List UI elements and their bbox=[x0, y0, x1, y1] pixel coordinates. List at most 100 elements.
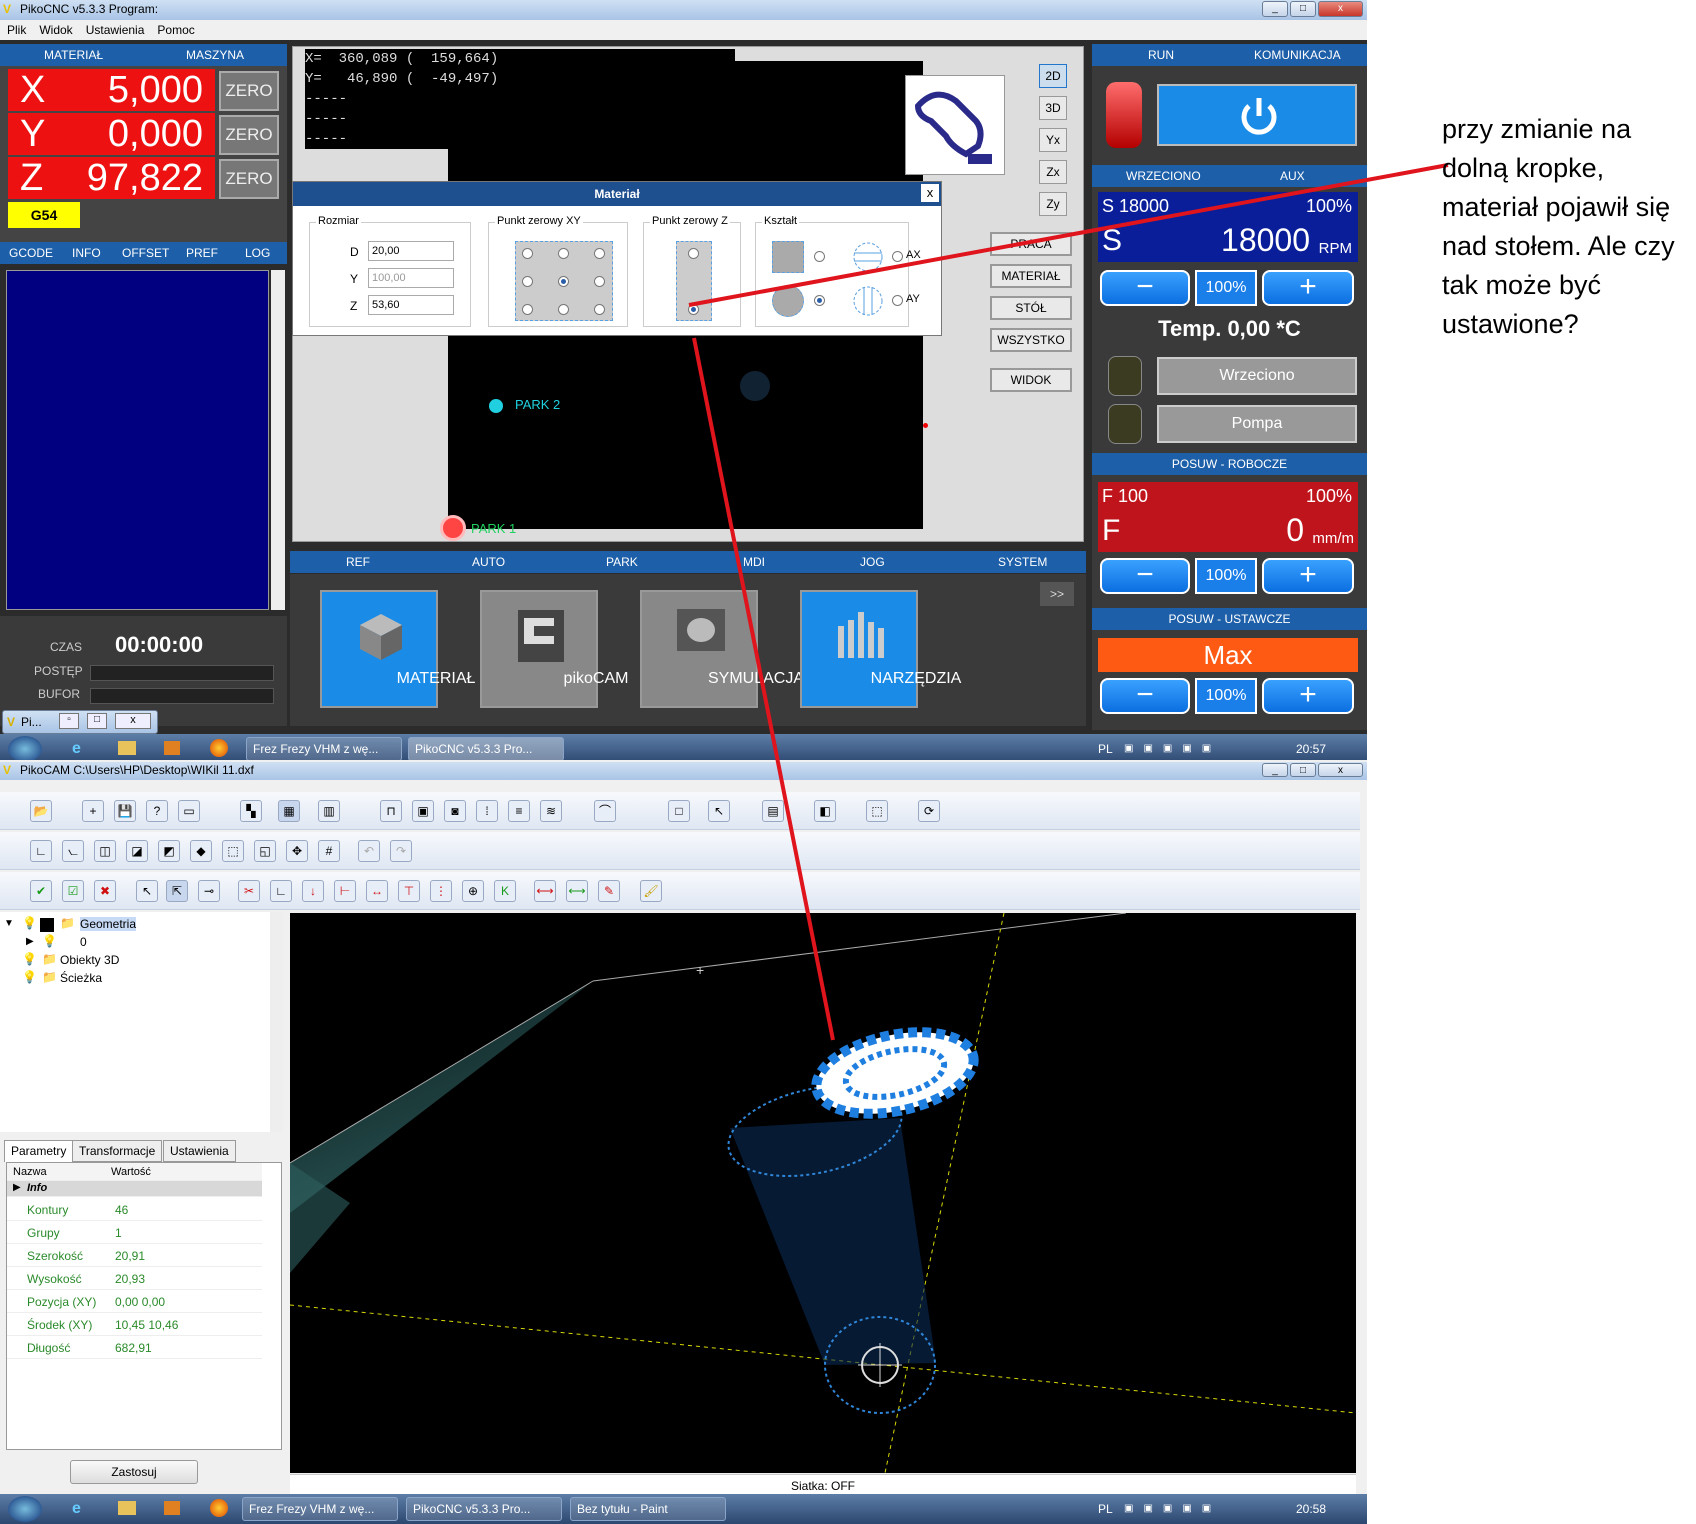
expand-icon[interactable]: ▼ bbox=[4, 918, 14, 929]
field-y-input[interactable]: 100,00 bbox=[368, 268, 454, 288]
edit-icon[interactable]: ✎ bbox=[598, 880, 620, 902]
xy-radio[interactable] bbox=[594, 276, 605, 287]
feed-plus-button[interactable]: + bbox=[1262, 558, 1354, 594]
menu-plik[interactable]: Plik bbox=[0, 20, 32, 37]
square-inner-icon[interactable]: ▣ bbox=[412, 800, 434, 822]
table-view-button[interactable]: STÓŁ bbox=[990, 296, 1072, 320]
praca-button[interactable]: PRACA bbox=[990, 232, 1072, 256]
menu-widok[interactable]: Widok bbox=[32, 20, 78, 37]
align-down-icon[interactable]: ↓ bbox=[302, 880, 324, 902]
ie-icon[interactable]: e bbox=[72, 740, 81, 758]
delete-icon[interactable]: ✖ bbox=[94, 880, 116, 902]
curve-icon[interactable]: ⌒ bbox=[594, 800, 616, 822]
bulb-icon[interactable]: 💡 bbox=[22, 916, 37, 930]
menu-ustawienia[interactable]: Ustawienia bbox=[79, 20, 151, 37]
feed-minus-button[interactable]: − bbox=[1100, 558, 1190, 594]
language-indicator[interactable]: PL bbox=[1098, 742, 1113, 756]
xy-radio[interactable] bbox=[594, 248, 605, 259]
new-icon[interactable]: + bbox=[82, 800, 104, 822]
tab-ref[interactable]: REF bbox=[346, 551, 370, 573]
cam-3d-view[interactable]: + bbox=[290, 913, 1356, 1473]
jog-minus-button[interactable]: − bbox=[1100, 678, 1190, 714]
check-all-icon[interactable]: ☑ bbox=[62, 880, 84, 902]
field-d-input[interactable]: 20,00 bbox=[368, 241, 454, 261]
tray-icons[interactable]: ▣▣▣▣▣ bbox=[1124, 743, 1264, 755]
simulation-button[interactable]: SYMULACJA bbox=[640, 590, 804, 708]
xy-radio[interactable] bbox=[594, 304, 605, 315]
ie-icon[interactable]: e bbox=[72, 1500, 81, 1518]
tab-parametry[interactable]: Parametry bbox=[4, 1140, 74, 1162]
spindle-toggle-button[interactable]: Wrzeciono bbox=[1157, 357, 1357, 395]
view-2d-button[interactable]: 2D bbox=[1039, 64, 1067, 88]
tray-icons[interactable]: ▣▣▣▣▣ bbox=[1124, 1503, 1264, 1515]
bulb-icon[interactable]: 💡 bbox=[22, 970, 37, 984]
align-left-icon[interactable]: ⊢ bbox=[334, 880, 356, 902]
tree-item-geometria[interactable]: Geometria bbox=[80, 917, 137, 931]
tree-item-0[interactable]: 0 bbox=[80, 935, 87, 949]
taskbar-item-pikocnc[interactable]: PikoCNC v5.3.3 Pro... bbox=[408, 737, 564, 761]
widok-button[interactable]: WIDOK bbox=[990, 368, 1072, 392]
tab-ustawienia[interactable]: Ustawienia bbox=[163, 1140, 236, 1162]
tree-item-path[interactable]: Ścieżka bbox=[60, 971, 102, 985]
jog-reset-button[interactable]: 100% bbox=[1195, 678, 1257, 714]
tab-transformacje[interactable]: Transformacje bbox=[72, 1140, 163, 1162]
taskbar-item-browser[interactable]: Frez Frezy VHM z wę... bbox=[242, 1497, 398, 1521]
z-radio-bottom[interactable] bbox=[688, 304, 699, 315]
media-player-icon[interactable] bbox=[164, 1501, 180, 1515]
pikocam-button[interactable]: pikoCAM bbox=[480, 590, 628, 708]
bulb-icon[interactable]: 💡 bbox=[22, 952, 37, 966]
touch-probe-icon[interactable] bbox=[905, 75, 1005, 175]
check-icon[interactable]: ✔ bbox=[30, 880, 52, 902]
axis-iso-icon[interactable]: ⦦ bbox=[62, 840, 84, 862]
z-radio-top[interactable] bbox=[688, 248, 699, 259]
grid-view-icon[interactable]: ▦ bbox=[278, 800, 300, 822]
undo-icon[interactable]: ↶ bbox=[358, 840, 380, 862]
xy-radio[interactable] bbox=[522, 276, 533, 287]
expand-icon[interactable]: ▶ bbox=[26, 936, 34, 947]
menu-pomoc[interactable]: Pomoc bbox=[150, 20, 200, 37]
grid-icon[interactable]: # bbox=[318, 840, 340, 862]
language-indicator[interactable]: PL bbox=[1098, 1502, 1113, 1516]
boolean-icon[interactable]: ◧ bbox=[814, 800, 836, 822]
bridge-red-icon[interactable]: ⟷ bbox=[534, 880, 556, 902]
bulb-icon[interactable]: 💡 bbox=[42, 934, 57, 948]
bounding-icon[interactable]: □ bbox=[668, 800, 690, 822]
explorer-icon[interactable] bbox=[118, 741, 136, 755]
xy-radio[interactable] bbox=[522, 248, 533, 259]
xy-radio[interactable] bbox=[558, 248, 569, 259]
spindle-minus-button[interactable]: − bbox=[1100, 270, 1190, 306]
lines-icon[interactable]: ≡ bbox=[508, 800, 530, 822]
material-button[interactable]: MATERIAŁ bbox=[320, 590, 475, 708]
center-icon[interactable]: ⊕ bbox=[462, 880, 484, 902]
taskbar-item-paint[interactable]: Bez tytułu - Paint bbox=[570, 1497, 726, 1521]
explorer-icon[interactable] bbox=[118, 1501, 136, 1515]
minimized-window[interactable]: V Pi... ▫ □ x bbox=[2, 710, 158, 734]
shape-box-radio[interactable] bbox=[814, 251, 825, 262]
cut-line-icon[interactable]: ✂ bbox=[238, 880, 260, 902]
pump-toggle-button[interactable]: Pompa bbox=[1157, 405, 1357, 443]
dialog-close-button[interactable]: x bbox=[921, 184, 939, 202]
xy-radio[interactable] bbox=[558, 304, 569, 315]
page-icon[interactable]: ▭ bbox=[178, 800, 200, 822]
zero-z-button[interactable]: ZERO bbox=[219, 159, 279, 199]
zoom-fit-icon[interactable]: ✥ bbox=[286, 840, 308, 862]
tab-material[interactable]: MATERIAŁ bbox=[44, 44, 103, 66]
media-player-icon[interactable] bbox=[164, 741, 180, 755]
align-top-icon[interactable]: ⊤ bbox=[398, 880, 420, 902]
tab-mdi[interactable]: MDI bbox=[743, 551, 765, 573]
spindle-reset-button[interactable]: 100% bbox=[1195, 270, 1257, 306]
select-node-icon[interactable]: ⇱ bbox=[166, 880, 188, 902]
distribute-icon[interactable]: ↔ bbox=[366, 880, 388, 902]
tab-maszyna[interactable]: MASZYNA bbox=[186, 44, 244, 66]
xy-radio-selected[interactable] bbox=[558, 276, 569, 287]
gcode-scrollbar[interactable] bbox=[271, 270, 285, 610]
tab-info[interactable]: INFO bbox=[72, 242, 101, 264]
cube-3d-icon[interactable]: ◆ bbox=[190, 840, 212, 862]
maximize-icon[interactable]: □ bbox=[87, 713, 107, 729]
start-button[interactable] bbox=[8, 1496, 42, 1522]
gcode-view[interactable] bbox=[6, 270, 269, 610]
colors-icon[interactable]: ▚ bbox=[240, 800, 262, 822]
cube-front-icon[interactable]: ◫ bbox=[94, 840, 116, 862]
table-row[interactable]: Wysokość 20,93 bbox=[7, 1268, 262, 1290]
table-row[interactable]: Szerokość 20,91 bbox=[7, 1245, 262, 1267]
